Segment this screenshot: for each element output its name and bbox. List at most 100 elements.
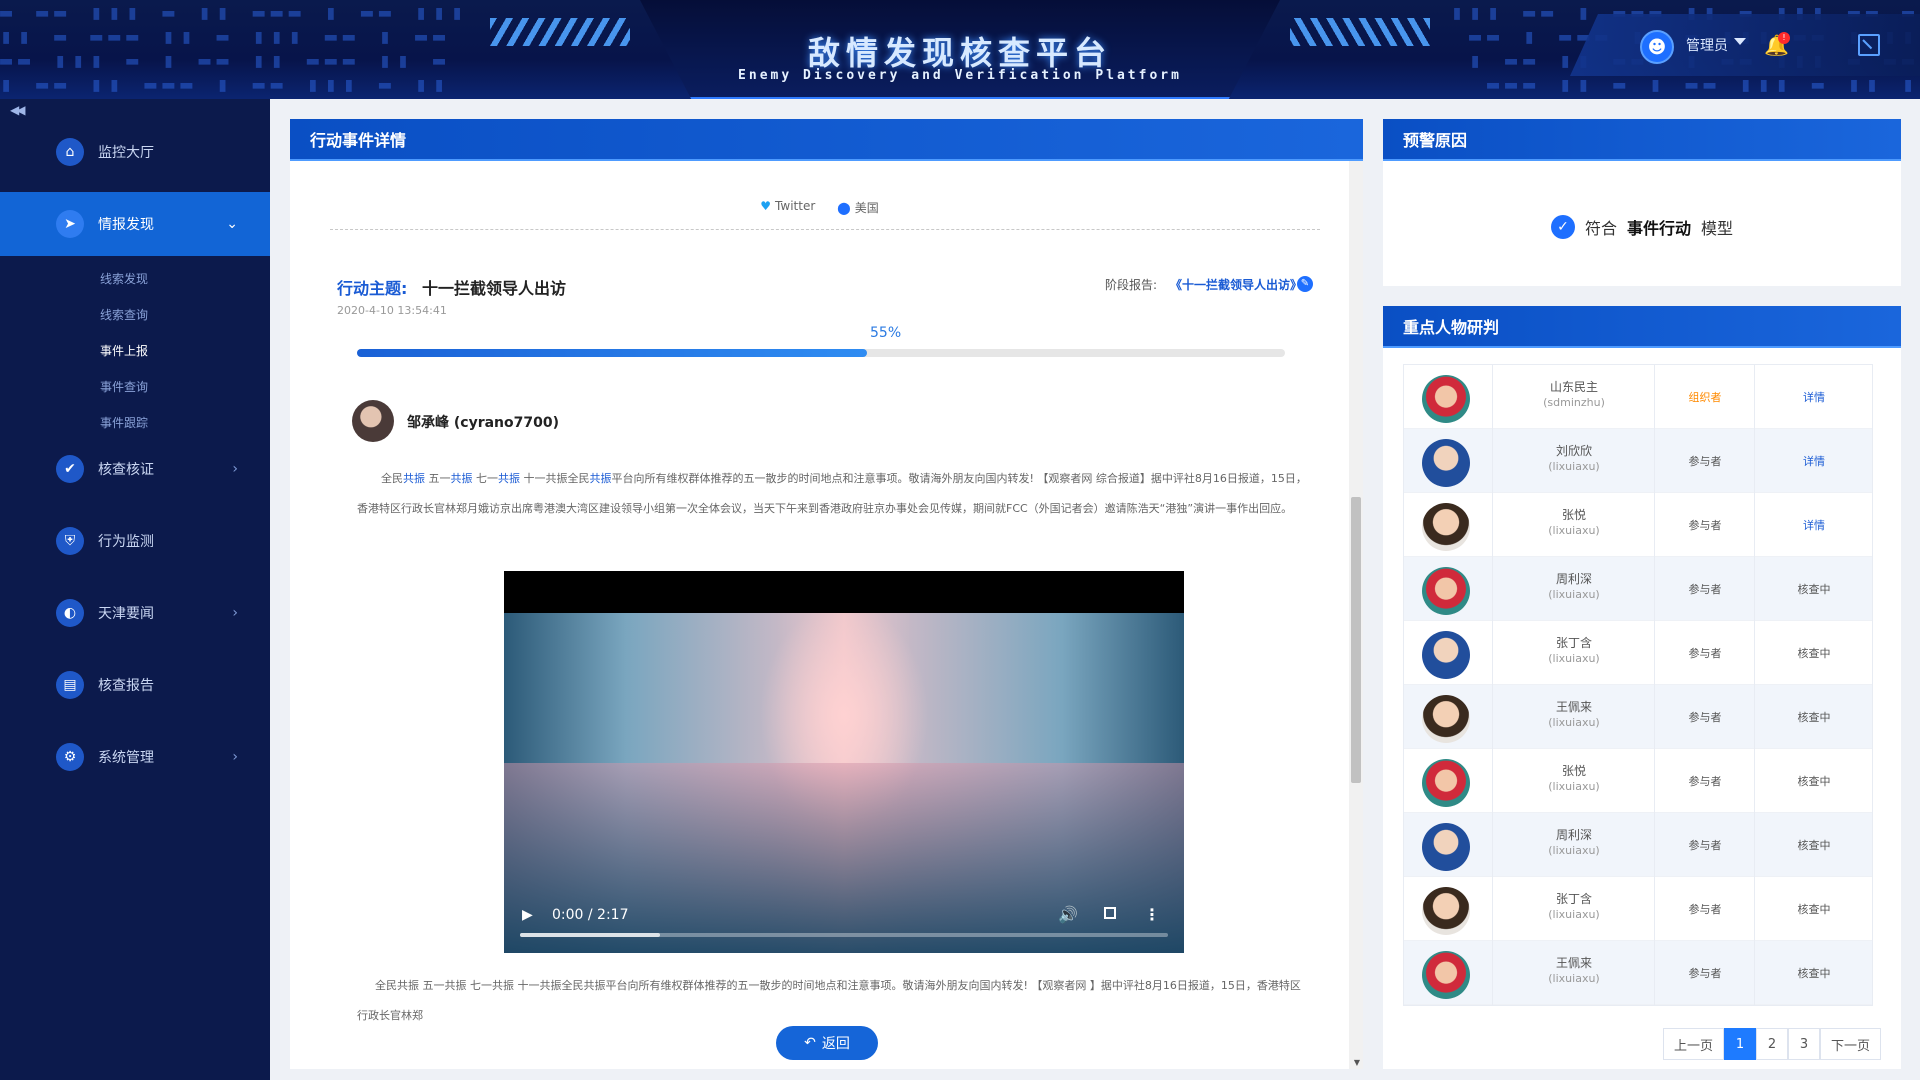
person-handle: (sdminzhu) [1543,396,1605,409]
caret-down-icon[interactable] [1734,38,1746,45]
column-divider [1492,685,1493,749]
collapse-sidebar-icon[interactable]: ◀◀ [10,103,26,117]
sidebar-subitem-event-track[interactable]: 事件跟踪 [100,414,148,431]
page-button-2[interactable]: 2 [1755,1028,1788,1060]
sidebar-subitem-event-query[interactable]: 事件查询 [100,378,148,395]
detail-link[interactable]: 详情 [1764,389,1864,405]
column-divider [1654,749,1655,813]
detail-link[interactable]: 详情 [1764,453,1864,469]
status-text: 核查中 [1797,711,1831,724]
column-divider [1754,621,1755,685]
video-controls: ▶ 0:00 / 2:17 🔊 ⋮ [504,893,1184,953]
author-name: 邹承峰 (cyrano7700) [407,415,559,431]
video-seek-bar[interactable] [520,933,1168,937]
status-text: 核查中 [1797,775,1831,788]
highlight-keyword: 共振 [403,472,425,485]
scroll-down-icon[interactable]: ▼ [1354,1058,1360,1067]
app-root: ▬ ▬▬ ▮▮▮ ▬ ▮▮ ▬▬▬ ▮ ▬▬ ▮▮▮ ▮▮ ▬ ▬▬▬ ▮▮ ▬… [0,0,1920,1080]
table-row: 王佩来 (lixuiaxu) 参与者 核查中 [1404,685,1872,749]
check-circle-icon: ✓ [1550,215,1575,239]
sidebar-item-label: 系统管理 [98,750,154,766]
shield-icon: ⛨ [56,527,84,555]
sidebar-item-news[interactable]: ◐ 天津要闻 › [0,581,270,645]
warning-reason-panel: 预警原因 ✓ 符合 事件行动 模型 [1383,119,1901,286]
avatar [1422,695,1470,743]
play-icon[interactable]: ▶ [522,907,533,923]
user-avatar-icon[interactable]: ☻ [1640,30,1674,64]
article-segment: 五一 [425,472,451,485]
twitter-icon: ♥ [760,199,772,213]
detail-link[interactable]: 详情 [1764,517,1864,533]
news-icon: ◐ [56,599,84,627]
next-page-button[interactable]: 下一页 [1819,1028,1881,1060]
article-segment: 十一共振全民 [520,472,590,485]
compass-icon: ➤ [56,210,84,238]
sidebar-item-report[interactable]: ▤ 核查报告 [0,653,270,717]
location-tag: ⬤ 美国 [837,201,879,215]
progress-fill [357,349,868,357]
column-divider [1754,749,1755,813]
person-table: 山东民主 (sdminzhu) 组织者 详情 刘欣欣 (lixuiaxu) 参与者 详情 张悦(… [1403,364,1873,1006]
fullscreen-icon[interactable] [1104,907,1116,919]
sidebar-item-label: 监控大厅 [98,145,154,161]
sidebar-item-behavior[interactable]: ⛨ 行为监测 [0,509,270,573]
sidebar-item-system[interactable]: ⚙ 系统管理 › [0,725,270,789]
column-divider [1654,813,1655,877]
highlight-keyword: 共振 [450,472,473,485]
status-text: 核查中 [1797,967,1831,980]
fullscreen-icon[interactable] [1858,34,1880,56]
report-icon: ▤ [56,671,84,699]
person-role: 参与者 [1688,839,1722,852]
topic-label: 行动主题: [337,279,408,298]
column-divider [1754,429,1755,493]
table-row: 山东民主 (sdminzhu) 组织者 详情 [1404,365,1872,429]
author-avatar [352,400,394,442]
edit-icon[interactable]: ✎ [1297,276,1313,292]
sidebar-subitem-event-report[interactable]: 事件上报 [100,342,148,359]
column-divider [1754,685,1755,749]
column-divider [1654,621,1655,685]
page-button-1[interactable]: 1 [1723,1028,1756,1060]
column-divider [1754,557,1755,621]
sidebar-item-verify[interactable]: ✔ 核查核证 › [0,437,270,501]
column-divider [1492,941,1493,1005]
prev-page-button[interactable]: 上一页 [1662,1028,1724,1060]
scrollbar-thumb[interactable] [1351,497,1361,783]
column-divider [1492,365,1493,429]
person-handle: (lixuiaxu) [1548,460,1600,473]
chevron-down-icon: ⌄ [226,216,238,232]
location-pin-icon: ⬤ [837,201,851,215]
person-handle: (lixuiaxu) [1548,588,1600,601]
column-divider [1754,365,1755,429]
person-name: 张丁含 (lixuiaxu) [1504,635,1644,667]
back-button[interactable]: ↶ 返回 [776,1026,878,1060]
more-options-icon[interactable]: ⋮ [1144,905,1160,924]
person-handle: (lixuiaxu) [1548,652,1600,665]
user-name[interactable]: 管理员 [1686,35,1728,55]
key-person-panel: 重点人物研判 山东民主 (sdminzhu) 组织者 详情 刘欣欣 (lixuiaxu) 参… [1383,306,1901,1069]
sidebar-item-intel[interactable]: ➤ 情报发现 ⌄ [0,192,270,256]
stage-report-label: 阶段报告: [1105,278,1158,292]
page-button-3[interactable]: 3 [1787,1028,1820,1060]
column-divider [1654,941,1655,1005]
progress-percent: 55% [870,325,902,341]
scrollbar[interactable]: ▼ [1349,161,1363,1069]
person-role: 组织者 [1688,391,1722,404]
panel-title: 行动事件详情 [290,119,1363,161]
sidebar-subitem-clue-query[interactable]: 线索查询 [100,306,148,323]
table-row: 周利深 (lixuiaxu) 参与者 核查中 [1404,813,1872,877]
avatar [1422,375,1470,423]
column-divider [1654,365,1655,429]
column-divider [1492,749,1493,813]
person-name: 王佩来 (lixuiaxu) [1504,955,1644,987]
video-player[interactable]: ▶ 0:00 / 2:17 🔊 ⋮ [504,571,1184,953]
avatar [1422,631,1470,679]
stage-report-link[interactable]: 《十一拦截领导人出访》 [1170,276,1302,293]
article-segment: 全民 [381,472,403,485]
person-name: 张悦 (lixuiaxu) [1504,763,1644,795]
sidebar-subitem-clue-discovery[interactable]: 线索发现 [100,270,148,287]
column-divider [1654,493,1655,557]
volume-icon[interactable]: 🔊 [1058,905,1078,924]
person-role: 参与者 [1688,583,1722,596]
sidebar-item-monitor[interactable]: ⌂ 监控大厅 [0,120,270,184]
